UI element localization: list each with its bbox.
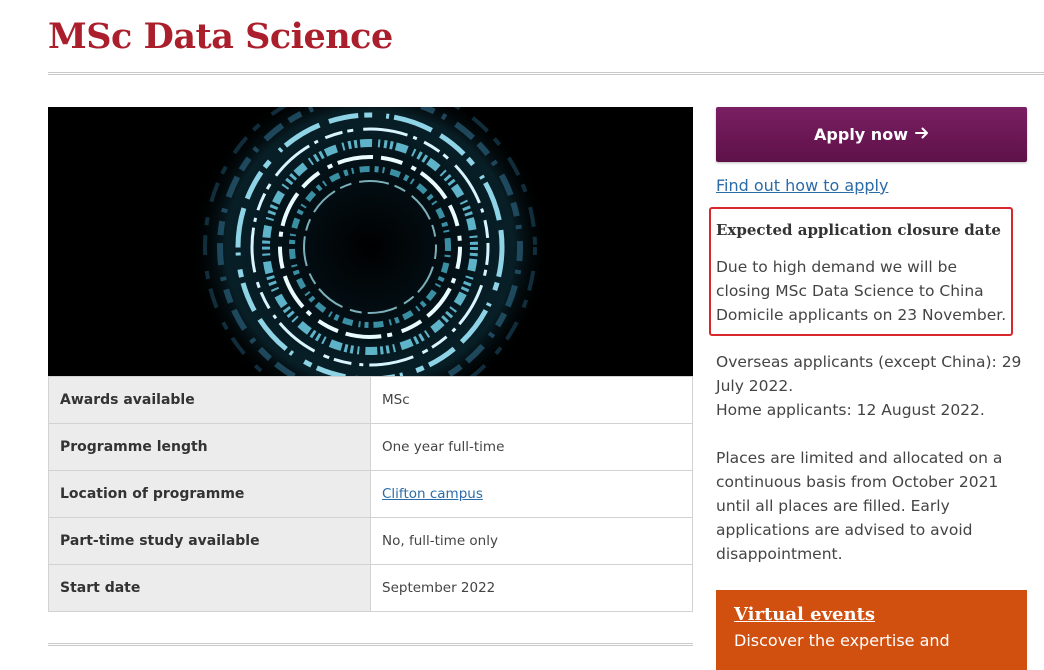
find-out-how-to-apply-link[interactable]: Find out how to apply [716, 176, 888, 195]
overseas-deadline: Overseas applicants (except China): 29 J… [716, 353, 1022, 395]
fact-label: Start date [48, 564, 371, 612]
virtual-events-link[interactable]: Virtual events [734, 604, 1009, 625]
apply-now-button[interactable]: Apply now [716, 107, 1027, 162]
table-row: Awards available MSc [48, 376, 693, 424]
page-title: MSc Data Science [48, 16, 393, 57]
virtual-events-panel: Virtual events Discover the expertise an… [716, 590, 1027, 670]
table-row: Part-time study available No, full-time … [48, 517, 693, 565]
places-note: Places are limited and allocated on a co… [716, 449, 1003, 563]
fact-value: MSc [370, 376, 693, 424]
programme-facts-table: Awards available MSc Programme length On… [48, 376, 693, 612]
fact-label: Programme length [48, 423, 371, 471]
table-row: Start date September 2022 [48, 564, 693, 612]
closure-heading: Expected application closure date [716, 221, 1001, 239]
table-row: Programme length One year full-time [48, 423, 693, 471]
fact-value: September 2022 [370, 564, 693, 612]
clifton-campus-link[interactable]: Clifton campus [382, 486, 483, 502]
hero-image [48, 107, 693, 376]
title-divider [48, 72, 1044, 75]
fact-value: One year full-time [370, 423, 693, 471]
fact-value: No, full-time only [370, 517, 693, 565]
abstract-data-rings-image [48, 107, 693, 376]
fact-label: Location of programme [48, 470, 371, 518]
home-deadline: Home applicants: 12 August 2022. [716, 401, 985, 419]
application-deadlines: Overseas applicants (except China): 29 J… [716, 350, 1034, 566]
fact-label: Part-time study available [48, 517, 371, 565]
table-row: Location of programme Clifton campus [48, 470, 693, 518]
fact-value: Clifton campus [370, 470, 693, 518]
virtual-events-text: Discover the expertise and [734, 631, 950, 650]
closure-text: Due to high demand we will be closing MS… [716, 258, 1007, 324]
apply-now-label: Apply now [814, 125, 908, 144]
section-divider [48, 643, 693, 646]
fact-label: Awards available [48, 376, 371, 424]
arrow-right-icon [914, 125, 929, 144]
